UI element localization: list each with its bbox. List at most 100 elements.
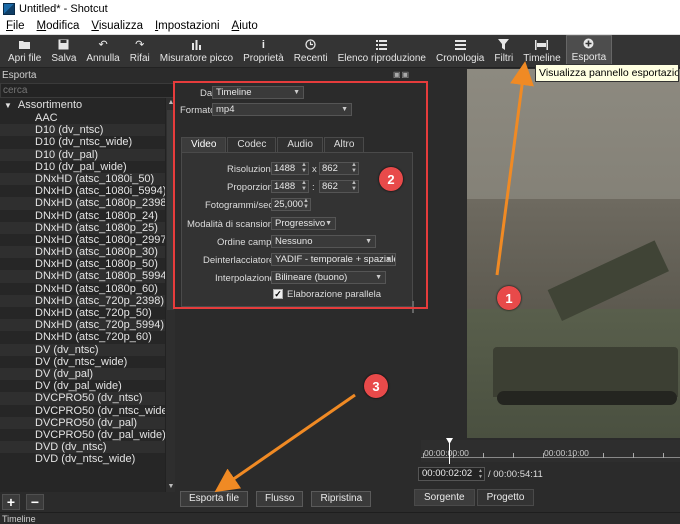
- preset-item[interactable]: D10 (dv_ntsc_wide): [0, 136, 165, 148]
- preset-item[interactable]: DNxHD (atsc_720p_2398): [0, 294, 165, 307]
- preset-item[interactable]: D10 (dv_pal_wide): [0, 161, 165, 173]
- preset-item[interactable]: DNxHD (atsc_1080i_50): [0, 172, 165, 186]
- ruler-tick: [663, 453, 664, 458]
- save-button[interactable]: Salva: [46, 35, 81, 67]
- preset-item[interactable]: DNxHD (atsc_1080i_5994): [0, 185, 165, 197]
- fps-input[interactable]: 25,000 ▲ ▼: [271, 198, 311, 211]
- peak-meter-button[interactable]: Misuratore picco: [155, 35, 238, 67]
- list-icon: [376, 38, 388, 51]
- menu-modifica[interactable]: Modifica: [31, 20, 86, 32]
- interpolation-select[interactable]: Bilineare (buono) ▼: [271, 271, 386, 284]
- preset-item[interactable]: DV (dv_pal_wide): [0, 380, 165, 392]
- preset-item[interactable]: AAC: [0, 112, 165, 124]
- preset-item[interactable]: DNxHD (atsc_1080p_5994): [0, 270, 165, 283]
- undo-button[interactable]: ↶ Annulla: [81, 35, 124, 67]
- timecode-input[interactable]: 00:00:02:02 ▲ ▼: [418, 467, 485, 481]
- menu-impostazioni[interactable]: Impostazioni: [149, 20, 226, 32]
- redo-button[interactable]: ↷ Rifai: [125, 35, 155, 67]
- preset-list[interactable]: ▼ Assortimento AAC D10 (dv_ntsc) D10 (dv_nt…: [0, 98, 165, 492]
- chevron-down-icon: ▼: [385, 256, 392, 263]
- scroll-thumb[interactable]: [167, 110, 174, 310]
- deinterlacer-select[interactable]: YADIF - temporale + spaziale ▼: [271, 253, 396, 266]
- add-preset-button[interactable]: +: [2, 494, 20, 510]
- format-select[interactable]: mp4 ▼: [212, 103, 352, 116]
- tab-altro[interactable]: Altro: [323, 137, 365, 152]
- history-button[interactable]: Cronologia: [431, 35, 489, 67]
- playlist-button[interactable]: Elenco riproduzione: [333, 35, 431, 67]
- aspect-height-input[interactable]: 862 ▲ ▼: [319, 180, 359, 193]
- undo-icon: ↶: [98, 39, 108, 51]
- parallel-processing-checkbox[interactable]: ✓: [273, 289, 283, 299]
- parallel-processing-label: Elaborazione parallela: [287, 289, 382, 300]
- chevron-down-icon: ▼: [325, 220, 332, 227]
- tab-audio[interactable]: Audio: [277, 137, 323, 152]
- preset-item[interactable]: DNxHD (atsc_1080p_60): [0, 283, 165, 295]
- preset-item[interactable]: DV (dv_ntsc_wide): [0, 356, 165, 368]
- export-icon: [583, 37, 594, 50]
- preset-item[interactable]: DVCPRO50 (dv_ntsc_wide): [0, 405, 165, 417]
- preset-add-remove: + −: [0, 491, 175, 513]
- preset-item[interactable]: D10 (dv_ntsc): [0, 124, 165, 137]
- duration-label: / 00:00:54:11: [488, 469, 543, 480]
- properties-button[interactable]: i Proprietà: [238, 35, 289, 67]
- timeline-button[interactable]: Timeline: [518, 35, 565, 67]
- preset-item[interactable]: DNxHD (atsc_1080p_2997): [0, 234, 165, 246]
- menu-visualizza[interactable]: Visualizza: [85, 20, 149, 32]
- preset-item[interactable]: DNxHD (atsc_720p_60): [0, 331, 165, 343]
- panel-float-close-icons[interactable]: ▣▣: [393, 70, 410, 79]
- field-order-label: Ordine campi: [217, 237, 274, 248]
- stream-button[interactable]: Flusso: [256, 491, 304, 507]
- recent-button[interactable]: Recenti: [289, 35, 333, 67]
- preset-item[interactable]: DV (dv_ntsc): [0, 343, 165, 356]
- preset-item[interactable]: DV (dv_pal): [0, 367, 165, 381]
- from-select[interactable]: Timeline ▼: [212, 86, 304, 99]
- shotcut-window: Untitled* - Shotcut File Modifica Visual…: [0, 0, 680, 524]
- ruler-tick: [453, 453, 454, 458]
- video-tab-pane: Risoluzione 1488 ▲ ▼ x 862 ▲ ▼ Proporzioni 1…: [181, 152, 413, 307]
- preset-list-scrollbar[interactable]: ▲ ▼: [165, 98, 175, 492]
- scan-mode-select[interactable]: Progressivo ▼: [271, 217, 336, 230]
- preset-item[interactable]: DNxHD (atsc_720p_50): [0, 307, 165, 319]
- menu-aiuto[interactable]: Aiuto: [226, 20, 264, 32]
- interpolation-label: Interpolazione: [215, 273, 275, 284]
- reset-button[interactable]: Ripristina: [311, 491, 372, 507]
- aspect-width-input[interactable]: 1488 ▲ ▼: [271, 180, 309, 193]
- preset-item[interactable]: DVCPRO50 (dv_pal_wide): [0, 429, 165, 441]
- open-file-button[interactable]: Apri file: [3, 35, 46, 67]
- preset-group-assortimento[interactable]: ▼ Assortimento: [0, 98, 165, 112]
- field-order-select[interactable]: Nessuno ▼: [271, 235, 376, 248]
- video-preview[interactable]: [467, 69, 680, 438]
- preset-item[interactable]: DNxHD (atsc_720p_5994): [0, 319, 165, 332]
- save-icon: [58, 38, 69, 51]
- tab-pane-splitter[interactable]: [412, 301, 414, 313]
- preset-item[interactable]: DNxHD (atsc_1080p_50): [0, 258, 165, 270]
- preset-item[interactable]: DVCPRO50 (dv_ntsc): [0, 392, 165, 405]
- shotcut-app-icon: [3, 2, 15, 15]
- tab-progetto[interactable]: Progetto: [476, 489, 535, 506]
- tab-video[interactable]: Video: [181, 137, 227, 152]
- preset-item[interactable]: DVD (dv_ntsc): [0, 441, 165, 454]
- aspect-label: Proporzioni: [227, 182, 276, 193]
- tab-codec[interactable]: Codec: [227, 137, 277, 152]
- preset-item[interactable]: DNxHD (atsc_1080p_25): [0, 221, 165, 234]
- preset-item[interactable]: DVD (dv_ntsc_wide): [0, 453, 165, 465]
- preset-item[interactable]: DNxHD (atsc_1080p_2398): [0, 197, 165, 210]
- annotation-badge-1: 1: [497, 286, 521, 310]
- preset-item[interactable]: D10 (dv_pal): [0, 148, 165, 161]
- filters-button[interactable]: Filtri: [489, 35, 518, 67]
- preset-item[interactable]: DNxHD (atsc_1080p_24): [0, 210, 165, 222]
- remove-preset-button[interactable]: −: [26, 494, 44, 510]
- ruler-tick: [483, 453, 484, 458]
- export-button[interactable]: Esporta: [565, 35, 613, 67]
- timeline-ruler[interactable]: 00:00:00:00 00:00:10:00: [421, 440, 680, 462]
- ruler-line: [421, 457, 680, 458]
- resolution-height-input[interactable]: 862 ▲ ▼: [319, 162, 359, 175]
- preset-item[interactable]: DVCPRO50 (dv_pal): [0, 416, 165, 429]
- preset-search-input[interactable]: [0, 83, 175, 98]
- preset-item[interactable]: DNxHD (atsc_1080p_30): [0, 246, 165, 259]
- tab-sorgente[interactable]: Sorgente: [414, 489, 475, 506]
- resolution-width-input[interactable]: 1488 ▲ ▼: [271, 162, 309, 175]
- scroll-up-arrow-icon[interactable]: ▲: [166, 98, 176, 108]
- menu-file[interactable]: File: [0, 20, 31, 32]
- export-file-button[interactable]: Esporta file: [180, 491, 249, 507]
